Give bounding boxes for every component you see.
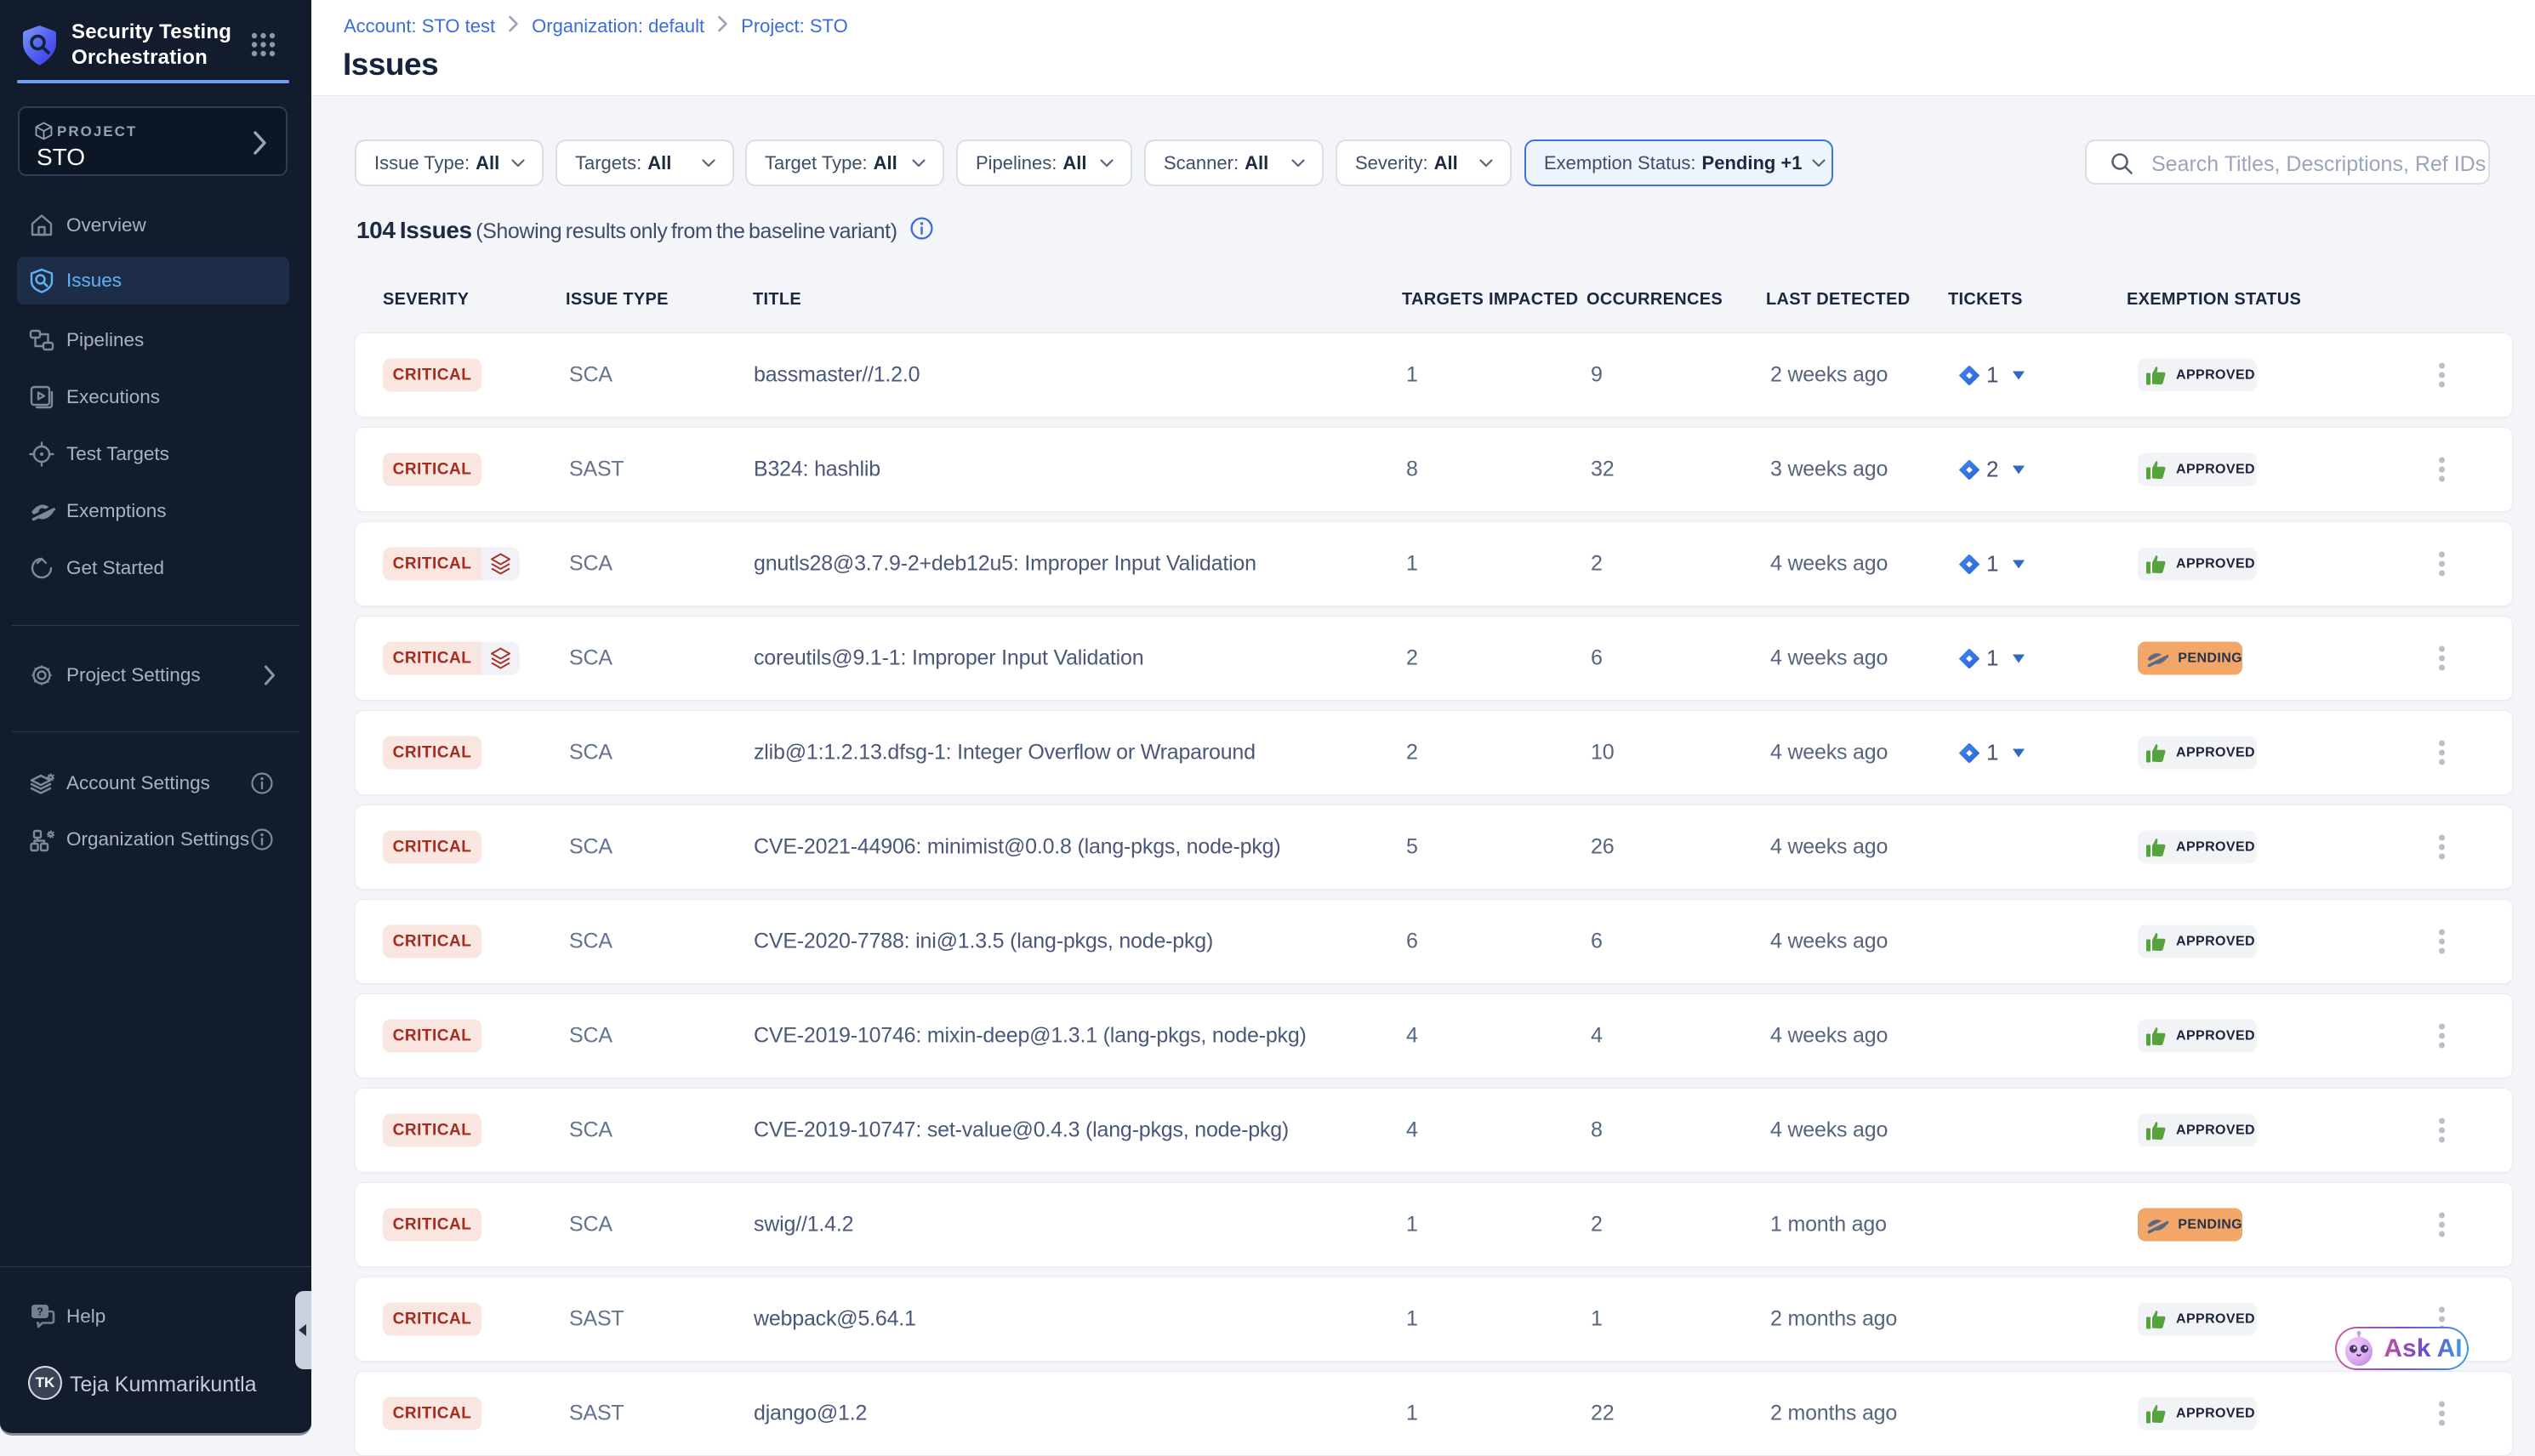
svg-text:?: ? xyxy=(37,1305,43,1318)
